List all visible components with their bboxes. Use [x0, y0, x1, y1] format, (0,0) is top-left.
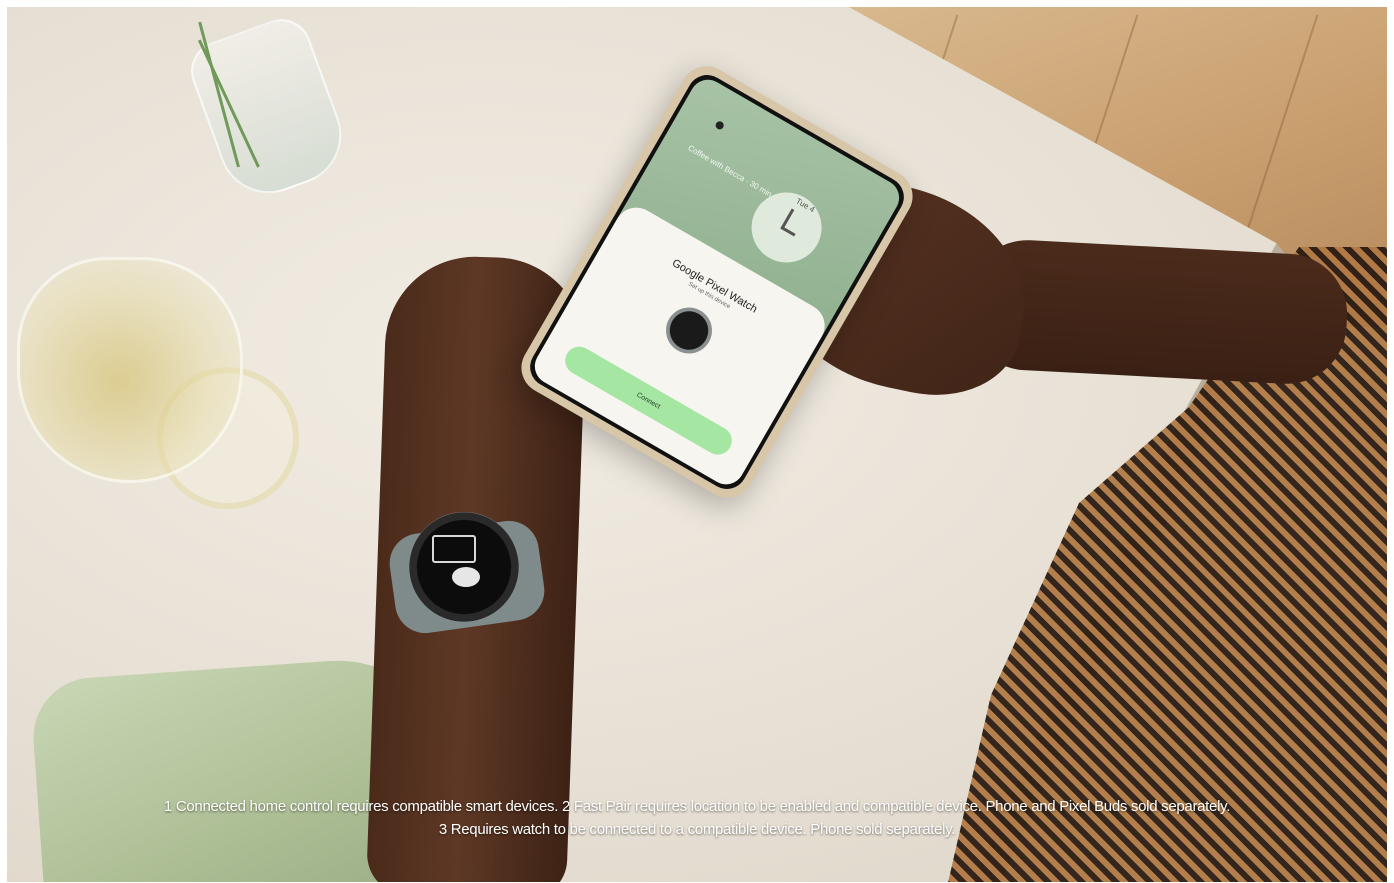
watch-knob-icon: [452, 567, 480, 587]
watch-screen-icon: [432, 535, 476, 563]
footnote-line-1: 1 Connected home control requires compat…: [163, 798, 1231, 815]
footnote-line-2: 3 Requires watch to be connected to a co…: [438, 821, 956, 838]
wine-glass: [17, 257, 243, 483]
watch-image-icon: [657, 299, 721, 362]
photo-scene: Coffee with Becca · 30 min Tue 4 Google …: [7, 7, 1387, 882]
